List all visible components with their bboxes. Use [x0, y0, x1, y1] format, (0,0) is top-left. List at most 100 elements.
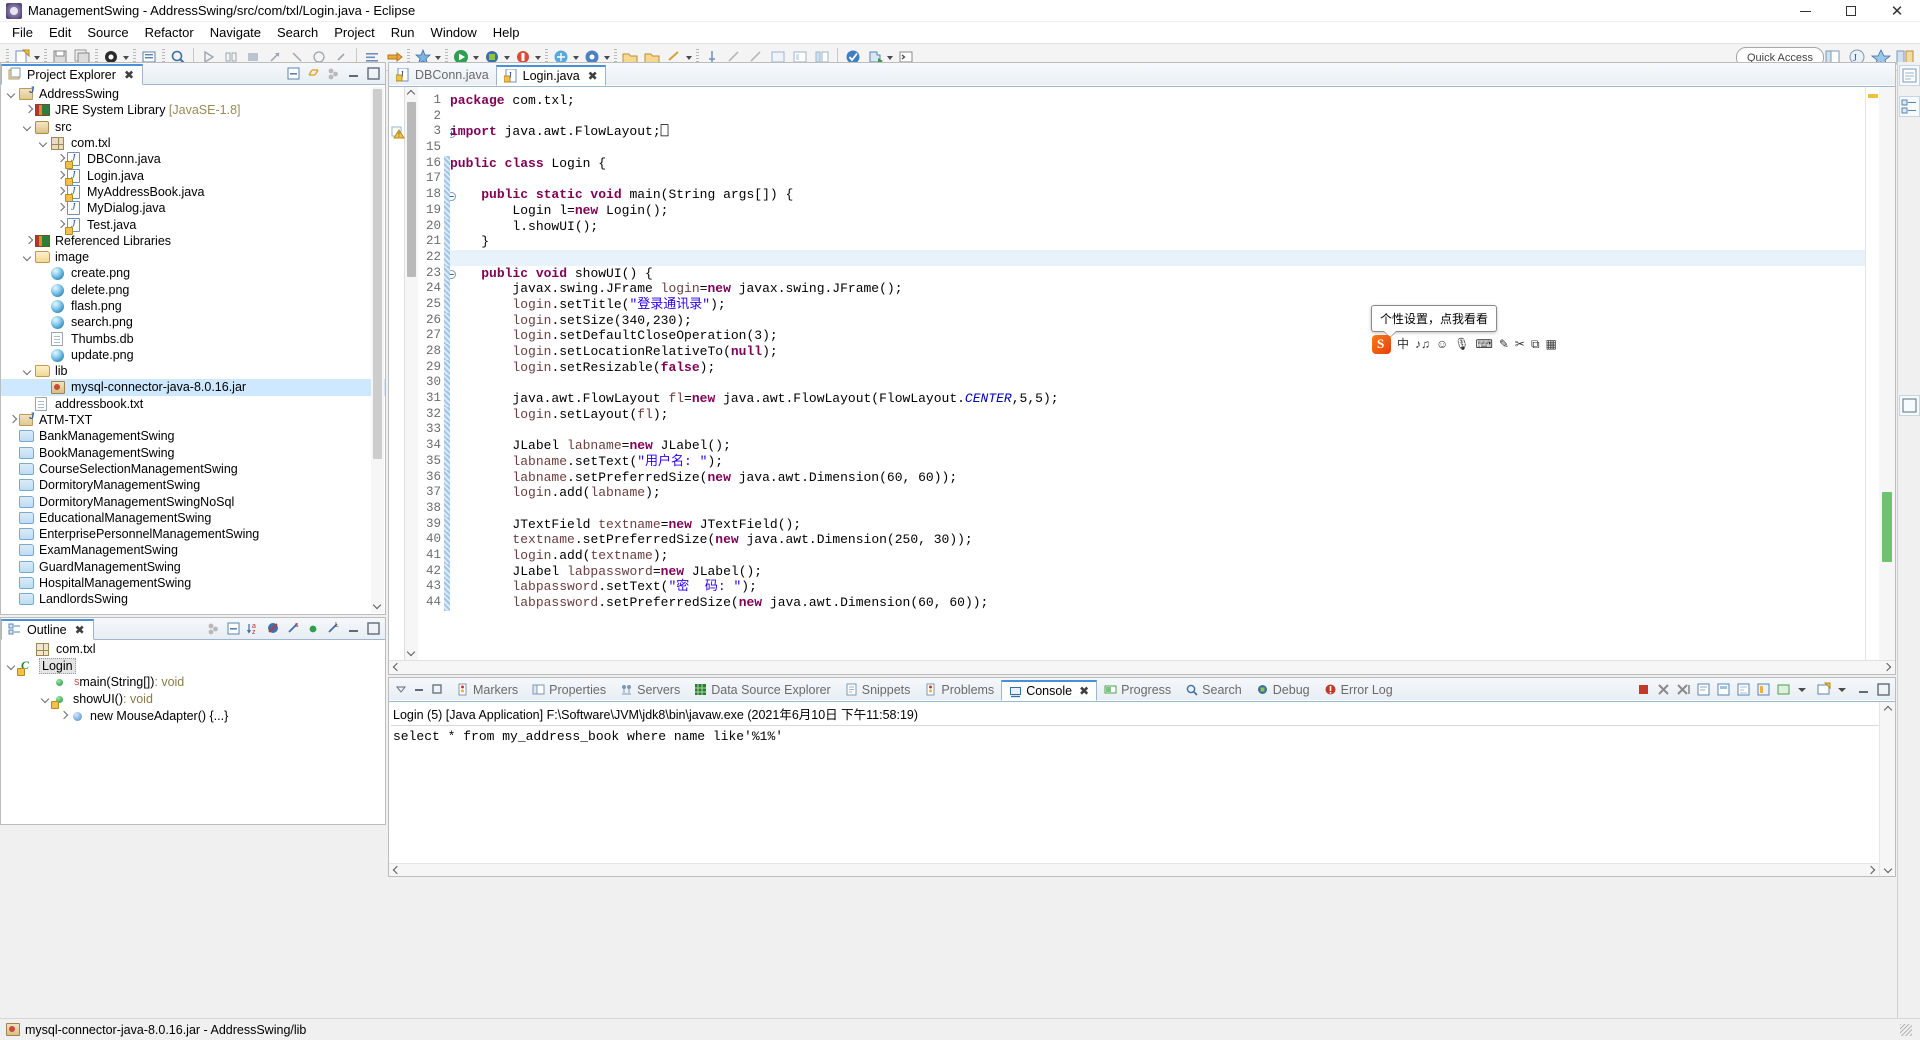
hide-local-types-icon[interactable]: L	[326, 621, 341, 636]
tree-item[interactable]: Login.java	[1, 167, 385, 183]
code-line[interactable]: java.awt.FlowLayout fl=new java.awt.Flow…	[450, 391, 1865, 407]
code-line[interactable]: JLabel labname=new JLabel();	[450, 438, 1865, 454]
code-line[interactable]: login.setLayout(fl);	[450, 407, 1865, 423]
tree-item[interactable]: delete.png	[1, 282, 385, 298]
terminate-icon[interactable]	[1636, 682, 1651, 697]
ime-scissors-icon[interactable]: ✂	[1515, 335, 1525, 354]
code-line[interactable]: }	[450, 234, 1865, 250]
code-line[interactable]: package com.txl;	[450, 93, 1865, 109]
tree-item[interactable]: update.png	[1, 347, 385, 363]
editor-left-scrollbar[interactable]	[405, 87, 418, 660]
minimize-view-icon[interactable]	[1856, 682, 1871, 697]
resize-grip[interactable]	[1900, 1024, 1912, 1036]
editor-horizontal-scrollbar[interactable]	[389, 660, 1895, 674]
expand-arrow-icon[interactable]	[5, 412, 19, 428]
code-line[interactable]: login.add(textname);	[450, 548, 1865, 564]
tree-item[interactable]: DBConn.java	[1, 151, 385, 167]
code-line[interactable]: login.setSize(340,230);	[450, 313, 1865, 329]
console-tab[interactable]: Progress	[1097, 679, 1178, 700]
tree-item[interactable]: DormitoryManagementSwingNoSql	[1, 493, 385, 509]
tree-item[interactable]: addressbook.txt	[1, 396, 385, 412]
scroll-down-icon[interactable]	[405, 647, 418, 660]
editor-minimize-icon[interactable]	[1899, 395, 1920, 416]
tree-item[interactable]: LandlordsSwing	[1, 591, 385, 607]
tree-item[interactable]: MyDialog.java	[1, 200, 385, 216]
maximize-button[interactable]	[1828, 0, 1874, 22]
tree-item[interactable]: mysql-connector-java-8.0.16.jar	[1, 379, 385, 395]
ime-emoji-icon[interactable]: ☺	[1436, 335, 1448, 354]
editor-overview-ruler[interactable]	[1865, 87, 1879, 660]
maximize-view-icon[interactable]	[366, 66, 381, 81]
expand-arrow-icon[interactable]	[53, 200, 67, 216]
tree-item[interactable]: search.png	[1, 314, 385, 330]
maximize-view-icon[interactable]	[1876, 682, 1891, 697]
code-line[interactable]: Login l=new Login();	[450, 203, 1865, 219]
expand-arrow-icon[interactable]	[21, 249, 35, 265]
code-line[interactable]	[450, 109, 1865, 125]
project-tree[interactable]: AddressSwingJRE System Library [JavaSE-1…	[1, 86, 385, 614]
tree-item[interactable]: CourseSelectionManagementSwing	[1, 461, 385, 477]
scrollbar-thumb[interactable]	[1882, 492, 1892, 562]
code-line[interactable]: JTextField textname=new JTextField();	[450, 517, 1865, 533]
console-tab[interactable]: Servers	[613, 679, 687, 700]
clear-console-icon[interactable]	[1696, 682, 1711, 697]
expand-arrow-icon[interactable]	[21, 102, 35, 118]
maximize-view-icon[interactable]	[431, 683, 443, 698]
display-dropdown-icon[interactable]	[1796, 682, 1811, 697]
maximize-view-icon[interactable]	[366, 621, 381, 636]
tree-item[interactable]: JRE System Library [JavaSE-1.8]	[1, 102, 385, 118]
expand-arrow-icon[interactable]	[21, 363, 35, 379]
close-icon[interactable]: ✖	[588, 69, 598, 83]
scrollbar-thumb[interactable]	[373, 89, 382, 459]
outline-fast-icon[interactable]	[1899, 96, 1920, 117]
console-tab[interactable]: Snippets	[838, 679, 918, 700]
menu-search[interactable]: Search	[269, 23, 326, 42]
code-line[interactable]: public class Login {	[450, 156, 1865, 172]
editor-vertical-scrollbar[interactable]	[1879, 87, 1895, 660]
editor-code[interactable]: package com.txl; import java.awt.FlowLay…	[450, 87, 1865, 660]
code-line[interactable]: public void showUI() {	[450, 266, 1865, 282]
code-line[interactable]: labname.setText("用户名: ");	[450, 454, 1865, 470]
tree-item[interactable]: EducationalManagementSwing	[1, 510, 385, 526]
tree-item[interactable]: BankManagementSwing	[1, 428, 385, 444]
menu-file[interactable]: File	[4, 23, 41, 42]
code-line[interactable]: public static void main(String args[]) {	[450, 187, 1865, 203]
code-line[interactable]	[450, 501, 1865, 517]
ime-skin-icon[interactable]: ⧉	[1531, 335, 1540, 354]
console-tab[interactable]: Properties	[525, 679, 613, 700]
code-line[interactable]: javax.swing.JFrame login=new javax.swing…	[450, 281, 1865, 297]
minimize-view-icon[interactable]	[413, 683, 425, 698]
outline-item[interactable]: com.txl	[1, 641, 385, 658]
minimize-button[interactable]	[1782, 0, 1828, 22]
collapse-all-icon[interactable]	[226, 621, 241, 636]
ime-note-icon[interactable]: ♪♫	[1415, 335, 1430, 354]
code-line[interactable]	[450, 422, 1865, 438]
hide-static-icon[interactable]: s	[286, 621, 301, 636]
menu-source[interactable]: Source	[79, 23, 136, 42]
tree-item[interactable]: ExamManagementSwing	[1, 542, 385, 558]
tree-item[interactable]: AddressSwing	[1, 86, 385, 102]
expand-arrow-icon[interactable]	[21, 233, 35, 249]
scroll-down-icon[interactable]	[371, 600, 384, 613]
editor-tab[interactable]: JLogin.java✖	[496, 65, 606, 86]
menu-window[interactable]: Window	[423, 23, 485, 42]
close-button[interactable]: ✕	[1874, 0, 1920, 22]
console-tab[interactable]: Debug	[1249, 679, 1317, 700]
code-line[interactable]	[450, 375, 1865, 391]
open-console-dropdown-icon[interactable]	[1836, 682, 1851, 697]
code-line[interactable]: JLabel labpassword=new JLabel();	[450, 564, 1865, 580]
tree-item[interactable]: image	[1, 249, 385, 265]
menu-project[interactable]: Project	[326, 23, 382, 42]
tree-item[interactable]: Test.java	[1, 216, 385, 232]
focus-on-active-task-icon[interactable]	[206, 621, 221, 636]
expand-arrow-icon[interactable]	[56, 708, 70, 724]
sort-icon[interactable]: az	[246, 621, 261, 636]
ime-language-mode[interactable]: 中	[1397, 335, 1409, 354]
code-line[interactable]: login.setResizable(false);	[450, 360, 1865, 376]
hide-fields-icon[interactable]	[266, 621, 281, 636]
tree-item[interactable]: Thumbs.db	[1, 330, 385, 346]
code-line[interactable]: login.setTitle("登录通讯录");	[450, 297, 1865, 313]
expand-arrow-icon[interactable]	[37, 135, 51, 151]
open-console-icon[interactable]	[1816, 682, 1831, 697]
ime-voice-icon[interactable]: 🎙	[1454, 335, 1469, 354]
